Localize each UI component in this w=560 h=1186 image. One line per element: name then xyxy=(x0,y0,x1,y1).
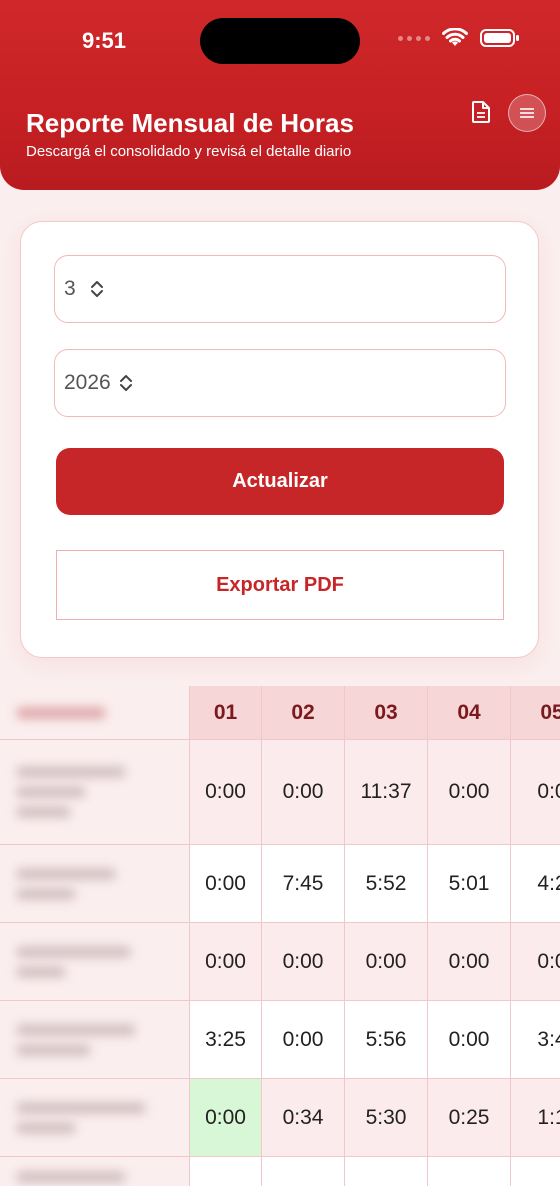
updown-chevron-icon xyxy=(119,373,133,393)
hours-cell: 0:0 xyxy=(511,923,560,1001)
hours-cell xyxy=(262,1157,345,1186)
day-header: 02 xyxy=(262,686,345,740)
export-pdf-button[interactable]: Exportar PDF xyxy=(56,550,504,620)
hours-cell: 0:00 xyxy=(262,1001,345,1079)
battery-icon xyxy=(480,29,519,47)
hours-cell: 3:25 xyxy=(190,1001,262,1079)
day-header: 03 xyxy=(345,686,428,740)
table-row: 0:00 0:00 11:37 0:00 0:0 xyxy=(0,740,560,845)
month-value: 3 xyxy=(64,277,76,300)
hours-cell: 0:00 xyxy=(190,740,262,845)
table-row: 0:00 0:34 5:30 0:25 1:1 xyxy=(0,1079,560,1157)
hours-cell xyxy=(345,1157,428,1186)
document-button[interactable] xyxy=(470,100,494,126)
employee-name-cell xyxy=(0,1079,190,1157)
table-row: 0:00 7:45 5:52 5:01 4:2 xyxy=(0,845,560,923)
dynamic-island xyxy=(200,18,360,64)
employee-name-cell xyxy=(0,923,190,1001)
page-title: Reporte Mensual de Horas xyxy=(26,108,354,138)
employee-name-cell xyxy=(0,740,190,845)
day-header: 04 xyxy=(428,686,511,740)
table-row: 3:25 0:00 5:56 0:00 3:4 xyxy=(0,1001,560,1079)
status-time: 9:51 xyxy=(82,28,127,53)
hours-cell: 7:45 xyxy=(262,845,345,923)
app-header: 9:51 Reporte Mensual de Horas Descargá e… xyxy=(0,0,560,190)
year-value: 2026 xyxy=(64,371,111,394)
table-header-row: 01 02 03 04 05 xyxy=(0,686,560,740)
employee-column-header xyxy=(0,686,190,740)
wifi-icon xyxy=(442,28,468,46)
hours-cell: 5:01 xyxy=(428,845,511,923)
hours-cell: 0:00 xyxy=(428,1001,511,1079)
hours-table: 01 02 03 04 05 0:00 0:00 11:37 0:00 0: 0 … xyxy=(0,686,560,1186)
hours-cell: 0:00 xyxy=(428,740,511,845)
document-icon xyxy=(472,101,490,123)
hours-cell: 0:00 xyxy=(428,923,511,1001)
status-icons xyxy=(398,28,520,48)
hours-cell: 0:00 xyxy=(345,923,428,1001)
hours-cell: 5:30 xyxy=(345,1079,428,1157)
hours-cell: 0:00 xyxy=(190,845,262,923)
employee-name-cell xyxy=(0,1157,190,1186)
hours-cell: 11:37 xyxy=(345,740,428,845)
table-row xyxy=(0,1157,560,1186)
filter-card: 3 2026 Actualizar Exportar PDF xyxy=(20,221,539,658)
year-select[interactable]: 2026 xyxy=(54,349,506,417)
page-subtitle: Descargá el consolidado y revisá el deta… xyxy=(26,143,352,160)
day-header: 05 xyxy=(511,686,560,740)
hours-cell: 3:4 xyxy=(511,1001,560,1079)
update-button[interactable]: Actualizar xyxy=(56,448,504,515)
hours-cell: 0:00 xyxy=(262,923,345,1001)
month-select[interactable]: 3 xyxy=(54,255,506,323)
updown-chevron-icon xyxy=(90,279,104,299)
hours-cell: 0:25 xyxy=(428,1079,511,1157)
hours-cell: 5:56 xyxy=(345,1001,428,1079)
hours-cell xyxy=(428,1157,511,1186)
hours-cell: 0:00 xyxy=(262,740,345,845)
day-header: 01 xyxy=(190,686,262,740)
hours-cell: 0:0 xyxy=(511,740,560,845)
table-row: 0:00 0:00 0:00 0:00 0:0 xyxy=(0,923,560,1001)
employee-name-cell xyxy=(0,845,190,923)
hours-cell xyxy=(511,1157,560,1186)
employee-name-cell xyxy=(0,1001,190,1079)
menu-button[interactable] xyxy=(508,94,546,132)
hours-cell: 4:2 xyxy=(511,845,560,923)
hours-cell xyxy=(190,1157,262,1186)
hours-cell: 0:34 xyxy=(262,1079,345,1157)
cellular-signal-icon xyxy=(398,35,430,41)
hamburger-icon xyxy=(520,108,534,118)
hours-cell-highlighted: 0:00 xyxy=(190,1079,262,1157)
hours-cell: 0:00 xyxy=(190,923,262,1001)
hours-cell: 1:1 xyxy=(511,1079,560,1157)
hours-cell: 5:52 xyxy=(345,845,428,923)
